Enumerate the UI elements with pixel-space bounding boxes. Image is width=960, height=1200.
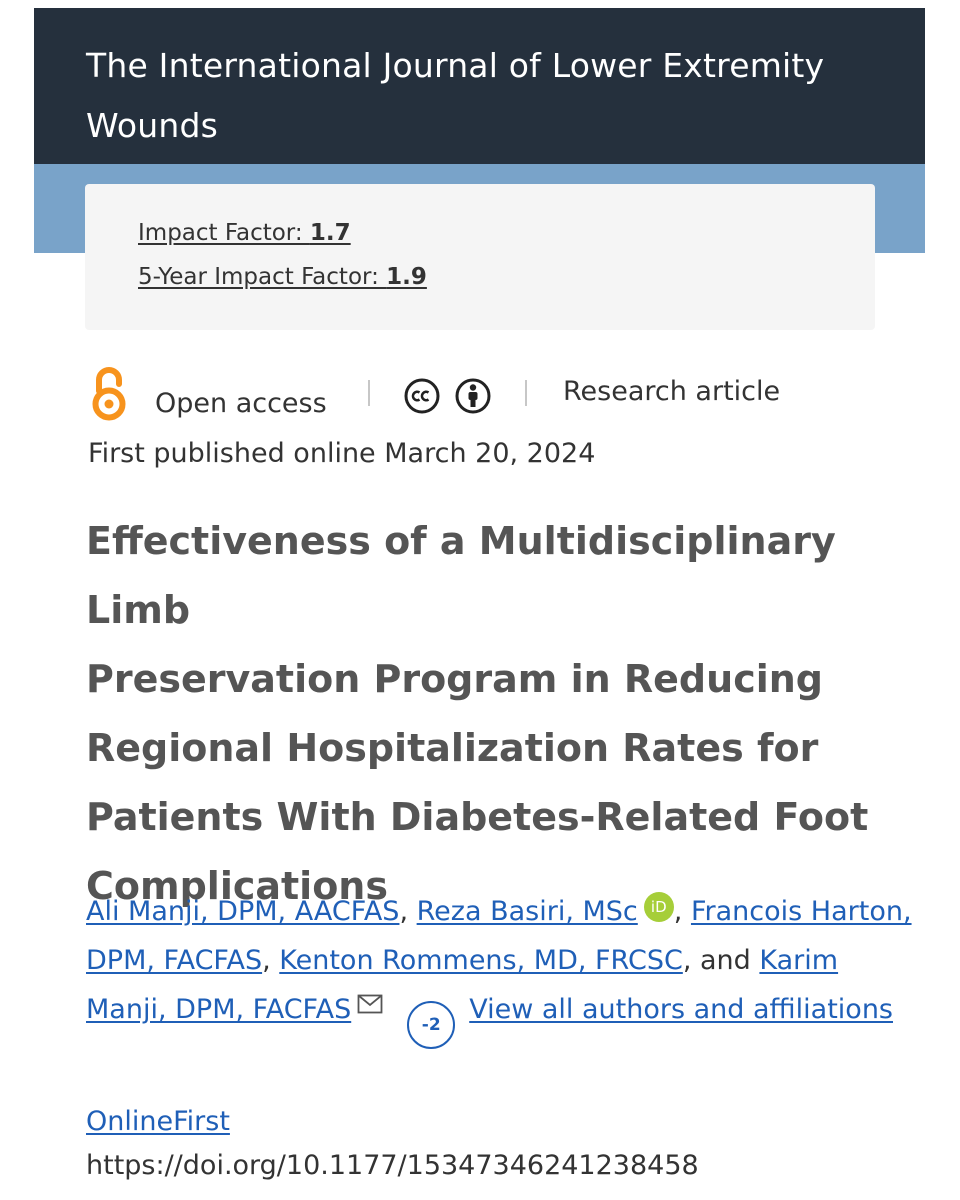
online-first-link[interactable]: OnlineFirst [86, 1106, 230, 1137]
open-access-icon [92, 367, 126, 421]
impact-factor-value: 1.7 [309, 220, 351, 246]
orcid-icon[interactable]: iD [643, 892, 674, 922]
author-separator: , [399, 896, 417, 927]
creative-commons-icon[interactable] [404, 378, 440, 414]
publication-date: First published online March 20, 2024 [88, 438, 596, 469]
five-year-impact-factor-label: 5-Year Impact Factor: [138, 264, 387, 290]
doi-text[interactable]: https://doi.org/10.1177/1534734624123845… [86, 1150, 699, 1181]
author-and: , and [682, 945, 751, 976]
divider [525, 380, 527, 406]
mail-icon[interactable] [357, 994, 383, 1014]
attribution-icon[interactable] [455, 378, 491, 414]
left-margin [0, 0, 34, 1200]
article-title-line: Patients With Diabetes-Related Foot [86, 795, 869, 839]
author-link-reza-basiri[interactable]: Reza Basiri, MSc [417, 896, 638, 927]
author-separator: , [673, 896, 691, 927]
author-link-kenton-rommens[interactable]: Kenton Rommens, MD, FRCSC [279, 945, 683, 976]
journal-header: The International Journal of Lower Extre… [34, 8, 925, 164]
view-all-authors-link[interactable]: View all authors and affiliations [469, 994, 893, 1025]
impact-factor-link[interactable]: Impact Factor: 1.7 [138, 220, 351, 246]
article-title-line: Effectiveness of a Multidisciplinary Lim… [86, 519, 836, 632]
open-access-label: Open access [155, 388, 327, 419]
five-year-impact-factor-value: 1.9 [386, 264, 427, 290]
article-type-label: Research article [563, 376, 781, 407]
journal-title[interactable]: The International Journal of Lower Extre… [86, 36, 873, 156]
journal-title-line-1[interactable]: The International Journal of Lower Extre… [86, 46, 824, 85]
author-link-ali-manji[interactable]: Ali Manji, DPM, AACFAS [86, 896, 399, 927]
journal-metrics-box: Impact Factor: 1.7 5-Year Impact Factor:… [85, 184, 875, 330]
more-authors-badge[interactable]: -2 [407, 1001, 456, 1049]
access-row: Open access Research article [88, 366, 928, 426]
five-year-impact-factor-link[interactable]: 5-Year Impact Factor: 1.9 [138, 264, 427, 290]
journal-title-line-2[interactable]: Wounds [86, 106, 218, 145]
divider [368, 380, 370, 406]
author-separator: , [262, 945, 280, 976]
impact-factor-label: Impact Factor: [138, 220, 310, 246]
author-list: Ali Manji, DPM, AACFAS, Reza Basiri, MSc… [86, 887, 916, 1049]
article-title: Effectiveness of a Multidisciplinary Lim… [86, 507, 946, 921]
article-title-line: Preservation Program in Reducing [86, 657, 823, 701]
article-title-line: Regional Hospitalization Rates for [86, 726, 819, 770]
